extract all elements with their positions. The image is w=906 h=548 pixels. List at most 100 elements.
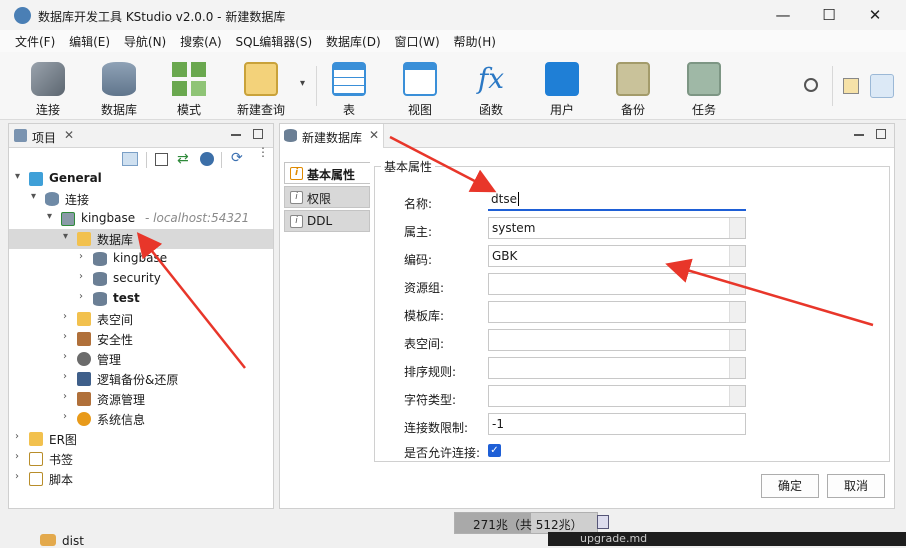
tablespace-select[interactable] [488,329,746,351]
menu-window[interactable]: 窗口(W) [389,30,444,50]
toolbar-separator [316,66,317,106]
task-button[interactable]: 任务 [673,60,735,118]
maximize-view-icon[interactable] [253,129,263,139]
expand-arrow-icon[interactable]: › [63,411,73,422]
expand-arrow-icon[interactable]: › [63,371,73,382]
tab-ddl[interactable]: i DDL [284,210,370,232]
function-button[interactable]: fx 函数 [460,60,522,118]
expand-arrow-icon[interactable]: › [79,291,89,302]
perspective-icon[interactable] [870,74,894,98]
new-query-dropdown[interactable]: ▾ [300,78,305,89]
view-button[interactable]: 视图 [389,60,451,118]
expand-arrow-icon[interactable]: ▾ [63,231,73,242]
taskbar-folder-label: dist [62,534,84,548]
minimize-button[interactable]: — [760,0,806,30]
menu-search[interactable]: 搜索(A) [175,30,227,50]
tree-item-logical-backup[interactable]: › 逻辑备份&还原 [9,369,273,389]
expand-arrow-icon[interactable]: › [79,251,89,262]
refresh-icon[interactable]: ⟳ [231,150,243,166]
tree-item-security[interactable]: › 安全性 [9,329,273,349]
encoding-select[interactable]: GBK [488,245,746,267]
close-button[interactable]: ✕ [852,0,898,30]
dropdown-button[interactable] [729,274,745,294]
project-tab[interactable]: 项目 [32,129,56,146]
menu-sql-editor[interactable]: SQL编辑器(S) [230,30,317,50]
menu-navigate[interactable]: 导航(N) [119,30,171,50]
expand-arrow-icon[interactable]: ▾ [31,191,41,202]
tree-item-database[interactable]: › kingbase [9,249,273,269]
minimize-view-icon[interactable] [854,134,864,136]
tree-item-database[interactable]: › test [9,289,273,309]
link-with-editor-icon[interactable]: ⇄ [177,151,189,167]
expand-arrow-icon[interactable]: › [63,391,73,402]
expand-arrow-icon[interactable]: › [63,331,73,342]
template-select[interactable] [488,301,746,323]
user-button[interactable]: 用户 [531,60,593,118]
ok-button[interactable]: 确定 [761,474,819,498]
expand-arrow-icon[interactable]: ▾ [15,171,25,182]
schema-button[interactable]: 模式 [158,60,220,118]
tab-basic-properties[interactable]: i 基本属性 [284,162,370,184]
connect-button[interactable]: 连接 [17,60,79,118]
dropdown-button[interactable] [729,358,745,378]
dropdown-button[interactable] [729,218,745,238]
close-tab-icon[interactable]: ✕ [64,128,74,142]
minimize-view-icon[interactable] [231,134,241,136]
trash-icon[interactable] [597,515,609,529]
view-menu-icon[interactable]: ⋮ [257,146,269,158]
tree-item-er-diagram[interactable]: › ER图 [9,429,273,449]
expand-arrow-icon[interactable]: ▾ [47,211,57,222]
search-icon[interactable] [804,78,818,92]
window-title: 数据库开发工具 KStudio v2.0.0 - 新建数据库 [38,10,286,24]
dropdown-button[interactable] [729,386,745,406]
resource-group-select[interactable] [488,273,746,295]
tree-item-admin[interactable]: › 管理 [9,349,273,369]
expand-arrow-icon[interactable]: › [79,271,89,282]
name-input[interactable]: dtse [488,189,746,211]
cancel-button[interactable]: 取消 [827,474,885,498]
tree-item-general[interactable]: ▾ General [9,169,273,189]
backup-button[interactable]: 备份 [602,60,664,118]
tree-item-server-kingbase[interactable]: ▾ kingbase - localhost:54321 [9,209,273,229]
tree-item-tablespaces[interactable]: › 表空间 [9,309,273,329]
ctype-select[interactable] [488,385,746,407]
dropdown-button[interactable] [729,246,745,266]
new-connection-icon[interactable] [122,152,138,166]
maximize-button[interactable]: ☐ [806,0,852,30]
menu-file[interactable]: 文件(F) [10,30,60,50]
expand-arrow-icon[interactable]: › [63,351,73,362]
tree-item-resource-management[interactable]: › 资源管理 [9,389,273,409]
editor-tab-new-database[interactable]: 新建数据库 ✕ [280,124,384,148]
menu-help[interactable]: 帮助(H) [449,30,501,50]
tree-item-database[interactable]: › security [9,269,273,289]
open-perspective-icon[interactable] [843,78,859,94]
dropdown-button[interactable] [729,330,745,350]
connection-limit-input[interactable]: -1 [488,413,746,435]
new-query-button[interactable]: 新建查询 [230,60,292,118]
allow-connect-checkbox[interactable]: ✓ [488,444,501,457]
table-button[interactable]: 表 [318,60,380,118]
tree-item-databases-folder[interactable]: ▾ 数据库 [9,229,273,249]
editor-panel: 新建数据库 ✕ i 基本属性 i 权限 i DDL 基本属性 名称: dtse … [279,123,895,509]
tree-item-scripts[interactable]: › 脚本 [9,469,273,489]
collapse-all-icon[interactable] [155,153,168,166]
tree-item-bookmarks[interactable]: › 书签 [9,449,273,469]
database-button[interactable]: 数据库 [88,60,150,118]
expand-arrow-icon[interactable]: › [15,431,25,442]
info-icon [77,412,91,426]
expand-arrow-icon[interactable]: › [15,451,25,462]
close-tab-icon[interactable]: ✕ [369,128,379,142]
settings-gear-icon[interactable] [200,152,214,166]
dropdown-button[interactable] [729,302,745,322]
menu-edit[interactable]: 编辑(E) [64,30,115,50]
owner-select[interactable]: system [488,217,746,239]
menu-database[interactable]: 数据库(D) [321,30,386,50]
tree-item-connections[interactable]: ▾ 连接 [9,189,273,209]
tree-item-system-info[interactable]: › 系统信息 [9,409,273,429]
app-gear-icon [14,7,31,24]
expand-arrow-icon[interactable]: › [63,311,73,322]
expand-arrow-icon[interactable]: › [15,471,25,482]
collation-select[interactable] [488,357,746,379]
tab-permissions[interactable]: i 权限 [284,186,370,208]
maximize-view-icon[interactable] [876,129,886,139]
